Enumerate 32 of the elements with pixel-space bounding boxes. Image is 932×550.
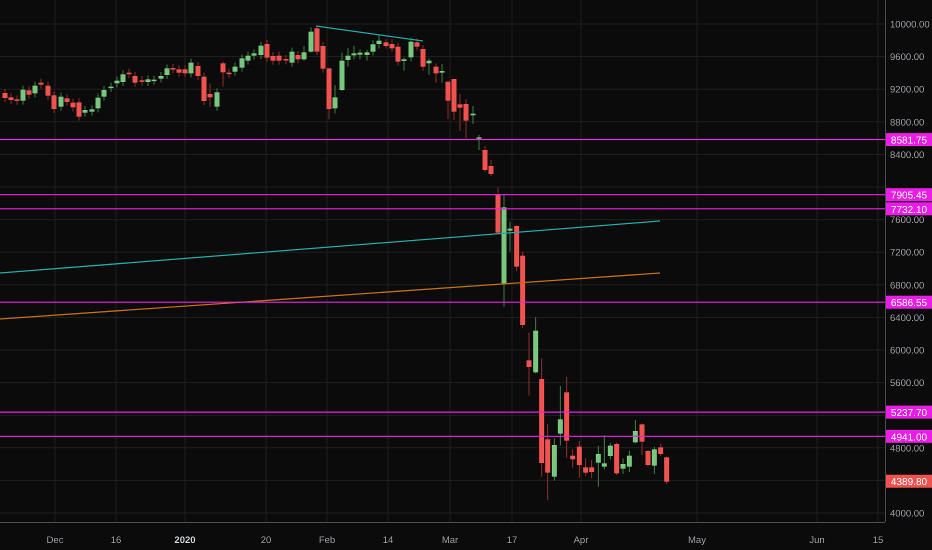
time-axis-label: 17 bbox=[506, 535, 518, 546]
time-axis-label: Dec bbox=[46, 535, 64, 546]
price-tag: 6586.55 bbox=[886, 296, 932, 310]
price-axis-label: 4800.00 bbox=[890, 443, 924, 454]
price-axis-label: 9200.00 bbox=[890, 84, 924, 96]
time-axis-label: May bbox=[688, 535, 706, 546]
price-axis-label: 6000.00 bbox=[890, 346, 924, 356]
price-tag: 5237.70 bbox=[886, 406, 932, 420]
time-axis-label: 2020 bbox=[174, 535, 196, 546]
price-axis-label: 6800.00 bbox=[890, 280, 924, 292]
time-axis-label: 15 bbox=[872, 535, 884, 546]
price-axis-label: 6400.00 bbox=[890, 312, 924, 324]
price-axis-label: 7600.00 bbox=[890, 215, 924, 226]
time-axis-label: Mar bbox=[442, 535, 458, 546]
time-axis-label: Feb bbox=[318, 535, 336, 546]
time-axis-label: 20 bbox=[260, 535, 272, 546]
price-axis-label: 8800.00 bbox=[890, 117, 924, 128]
price-axis-label: 5600.00 bbox=[890, 378, 924, 390]
time-axis-label: Jun bbox=[809, 535, 825, 546]
time-axis-label: 14 bbox=[382, 535, 394, 546]
price-tag: 4941.00 bbox=[886, 430, 932, 444]
price-tag: 4389.80 bbox=[886, 474, 932, 488]
price-tag: 7905.45 bbox=[886, 188, 932, 202]
price-tag: 7732.10 bbox=[886, 202, 932, 216]
price-axis-label: 4000.00 bbox=[890, 508, 924, 520]
price-axis-label: 7200.00 bbox=[890, 248, 924, 259]
time-axis-label: Apr bbox=[574, 535, 588, 546]
price-tag: 8581.75 bbox=[886, 133, 932, 147]
price-axis-label: 10000.00 bbox=[890, 20, 930, 30]
price-axis-label: 9600.00 bbox=[890, 52, 924, 64]
time-axis-label: 16 bbox=[110, 535, 122, 546]
price-axis-label: 8400.00 bbox=[890, 150, 924, 161]
